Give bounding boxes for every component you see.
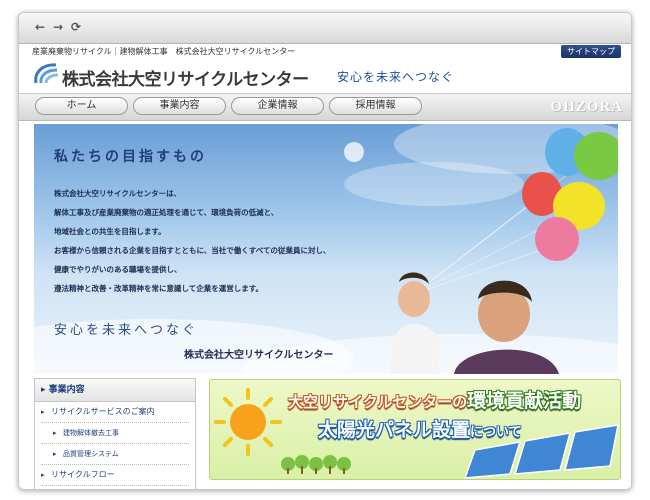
banner-headline: 大空リサイクルセンターの環境貢献活動 bbox=[288, 386, 581, 413]
sidebar-heading[interactable]: ▸ 事業内容 bbox=[35, 379, 195, 402]
banner-subheadline: 太陽光パネル設置について bbox=[318, 415, 522, 442]
web-page: 産業廃棄物リサイクル｜建物解体工事 株式会社大空リサイクルセンター サイトマップ… bbox=[19, 44, 631, 489]
sidebar-heading-label: 事業内容 bbox=[48, 385, 85, 395]
arrow-left-icon[interactable]: ← bbox=[33, 20, 47, 34]
hero-line: 健康でやりがいのある職場を提供し、 bbox=[54, 265, 182, 274]
hero-company-name: 株式会社大空リサイクルセンター bbox=[184, 350, 334, 361]
main-nav: ホーム 事業内容 企業情報 採用情報 OHZORA bbox=[19, 93, 631, 121]
chevron-right-icon: ▸ bbox=[53, 450, 57, 458]
browser-window: ← → ⟳ 産業廃棄物リサイクル｜建物解体工事 株式会社大空リサイクルセンター … bbox=[18, 12, 632, 490]
nav-company[interactable]: 企業情報 bbox=[231, 97, 324, 115]
nav-business[interactable]: 事業内容 bbox=[133, 97, 226, 115]
reload-icon[interactable]: ⟳ bbox=[69, 20, 83, 34]
hero-title: 私たちの目指すもの bbox=[54, 149, 207, 165]
sitemap-button[interactable]: サイトマップ bbox=[561, 45, 621, 58]
chevron-right-icon: ▸ bbox=[41, 385, 49, 395]
nav-recruit[interactable]: 採用情報 bbox=[329, 97, 422, 115]
sidebar-item-label: リサイクルフロー bbox=[51, 470, 115, 479]
banner-headline-highlight: 環境貢献活動 bbox=[467, 390, 582, 412]
chevron-right-icon: ▸ bbox=[53, 429, 57, 437]
tree-icon bbox=[281, 455, 351, 474]
sidebar-item-demolition[interactable]: ▸ 建物解体撤去工事 bbox=[41, 423, 189, 444]
header-slogan: 安心を未来へつなぐ bbox=[337, 70, 455, 84]
solar-panel-banner[interactable]: 大空リサイクルセンターの環境貢献活動 太陽光パネル設置について bbox=[209, 379, 621, 480]
banner-subheadline-main: 太陽光パネル設置 bbox=[318, 419, 471, 441]
sidebar-item-quality[interactable]: ▸ 品質管理システム bbox=[41, 444, 189, 465]
hero-line: お客様から信頼される企業を目指すとともに、当社で働くすべての従業員に対し、 bbox=[54, 246, 331, 255]
sidebar-item-label: リサイクルサービスのご案内 bbox=[51, 407, 155, 416]
site-logo[interactable]: 株式会社大空リサイクルセンター 安心を未来へつなぐ bbox=[32, 61, 631, 90]
sidebar: ▸ 事業内容 ▸ リサイクルサービスのご案内 ▸ 建物解体撤去工事 ▸ 品質管理… bbox=[34, 378, 196, 489]
sun-icon bbox=[214, 388, 282, 456]
hero-line: 地域社会との共生を目指します。 bbox=[54, 227, 166, 236]
arrow-right-icon[interactable]: → bbox=[51, 20, 65, 34]
hero-line: 遵法精神と改善・改革精神を常に意識して企業を運営します。 bbox=[54, 284, 264, 293]
banner-headline-prefix: 大空リサイクルセンターの bbox=[288, 393, 468, 411]
header-tagline: 産業廃棄物リサイクル｜建物解体工事 株式会社大空リサイクルセンター bbox=[32, 47, 296, 56]
hero-banner: 私たちの目指すもの 株式会社大空リサイクルセンターは、 解体工事及び産業廃棄物の… bbox=[34, 124, 618, 374]
chevron-right-icon: ▸ bbox=[41, 408, 45, 416]
banner-subheadline-suffix: について bbox=[470, 425, 522, 440]
hero-line: 株式会社大空リサイクルセンターは、 bbox=[54, 189, 182, 198]
brand-logo-text: OHZORA bbox=[550, 99, 623, 115]
browser-toolbar: ← → ⟳ bbox=[19, 13, 631, 44]
sidebar-item-recycle-service[interactable]: ▸ リサイクルサービスのご案内 bbox=[41, 402, 189, 423]
hero-body: 株式会社大空リサイクルセンターは、 解体工事及び産業廃棄物の適正処理を通じて、環… bbox=[54, 184, 414, 298]
hero-line: 解体工事及び産業廃棄物の適正処理を通じて、環境負荷の低減と、 bbox=[54, 208, 279, 217]
hero-slogan: 安心を未来へつなぐ bbox=[54, 323, 199, 338]
sidebar-item-label: 品質管理システム bbox=[63, 450, 119, 458]
company-logo-icon bbox=[34, 63, 59, 84]
sidebar-item-label: 建物解体撤去工事 bbox=[63, 429, 119, 437]
nav-home[interactable]: ホーム bbox=[35, 97, 128, 115]
sidebar-item-recycle-flow[interactable]: ▸ リサイクルフロー bbox=[41, 465, 189, 486]
chevron-right-icon: ▸ bbox=[41, 471, 45, 479]
company-name: 株式会社大空リサイクルセンター bbox=[62, 70, 309, 90]
